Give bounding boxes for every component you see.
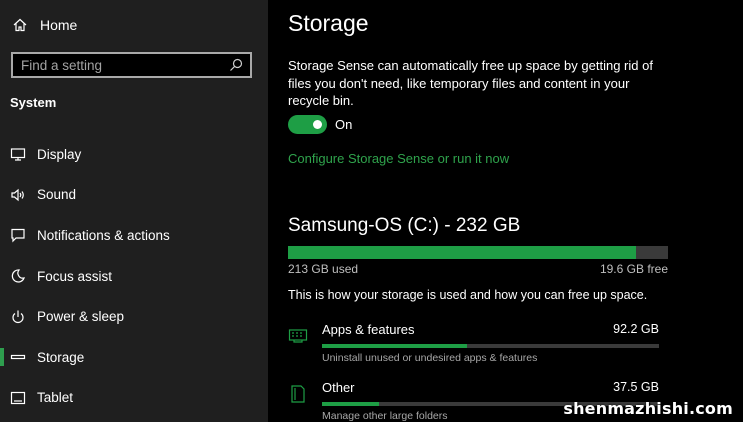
sidebar-item-label: Power & sleep <box>37 309 125 325</box>
sidebar-item-display[interactable]: Display <box>0 134 268 175</box>
home-label: Home <box>40 17 78 33</box>
drive-usage-bar <box>288 246 668 259</box>
sidebar-item-label: Storage <box>37 349 85 365</box>
category-bar-fill <box>322 344 467 348</box>
category-subtext: Manage other large folders <box>322 410 448 422</box>
sidebar-item-label: Notifications & actions <box>37 227 170 243</box>
drive-title: Samsung-OS (C:) - 232 GB <box>288 215 521 236</box>
sound-icon <box>10 187 26 203</box>
home-nav-item[interactable]: Home <box>0 12 268 38</box>
settings-window: Home Find a setting System Display Sound… <box>0 0 743 422</box>
watermark: shenmazhishi.com <box>563 399 733 418</box>
search-input[interactable]: Find a setting <box>11 52 252 78</box>
category-size: 37.5 GB <box>613 380 659 394</box>
toggle-state-label: On <box>335 117 353 132</box>
nav-list: Display Sound Notifications & actions Fo… <box>0 134 268 418</box>
focus-assist-icon <box>10 268 26 284</box>
sidebar-item-power-sleep[interactable]: Power & sleep <box>0 296 268 337</box>
other-files-icon <box>288 384 308 404</box>
category-bar-fill <box>322 402 380 406</box>
category-bar <box>322 344 659 348</box>
main-content: Storage Storage Sense can automatically … <box>268 0 743 422</box>
free-space-label: 19.6 GB free <box>599 262 668 276</box>
sidebar-item-storage[interactable]: Storage <box>0 337 268 378</box>
search-icon[interactable] <box>228 57 244 73</box>
used-space-label: 213 GB used <box>288 262 359 276</box>
section-title: System <box>10 95 57 110</box>
search-placeholder: Find a setting <box>21 57 103 73</box>
sidebar-item-label: Tablet <box>37 390 74 406</box>
sidebar-item-tablet[interactable]: Tablet <box>0 378 268 419</box>
sidebar-item-notifications[interactable]: Notifications & actions <box>0 215 268 256</box>
category-size: 92.2 GB <box>613 322 659 336</box>
notifications-icon <box>10 227 26 243</box>
sidebar: Home Find a setting System Display Sound… <box>0 0 268 422</box>
category-name: Apps & features <box>322 322 415 337</box>
home-icon <box>12 17 28 33</box>
tablet-icon <box>10 390 26 406</box>
storage-sense-toggle[interactable] <box>288 115 327 134</box>
sidebar-item-focus-assist[interactable]: Focus assist <box>0 256 268 297</box>
page-title: Storage <box>288 10 369 36</box>
category-name: Other <box>322 380 355 395</box>
display-icon <box>10 146 26 162</box>
usage-description: This is how your storage is used and how… <box>288 288 648 302</box>
apps-features-icon <box>288 326 308 346</box>
category-subtext: Uninstall unused or undesired apps & fea… <box>322 352 538 364</box>
configure-storage-sense-link[interactable]: Configure Storage Sense or run it now <box>288 151 509 166</box>
sidebar-item-sound[interactable]: Sound <box>0 175 268 216</box>
storage-icon <box>10 349 26 365</box>
toggle-knob <box>313 120 322 129</box>
sidebar-item-label: Sound <box>37 187 77 203</box>
drive-usage-fill <box>288 246 637 259</box>
category-apps-features[interactable]: Apps & features 92.2 GB Uninstall unused… <box>288 320 660 370</box>
sidebar-item-label: Focus assist <box>37 268 113 284</box>
storage-sense-description: Storage Sense can automatically free up … <box>288 58 653 108</box>
power-icon <box>10 309 26 325</box>
sidebar-item-label: Display <box>37 146 82 162</box>
